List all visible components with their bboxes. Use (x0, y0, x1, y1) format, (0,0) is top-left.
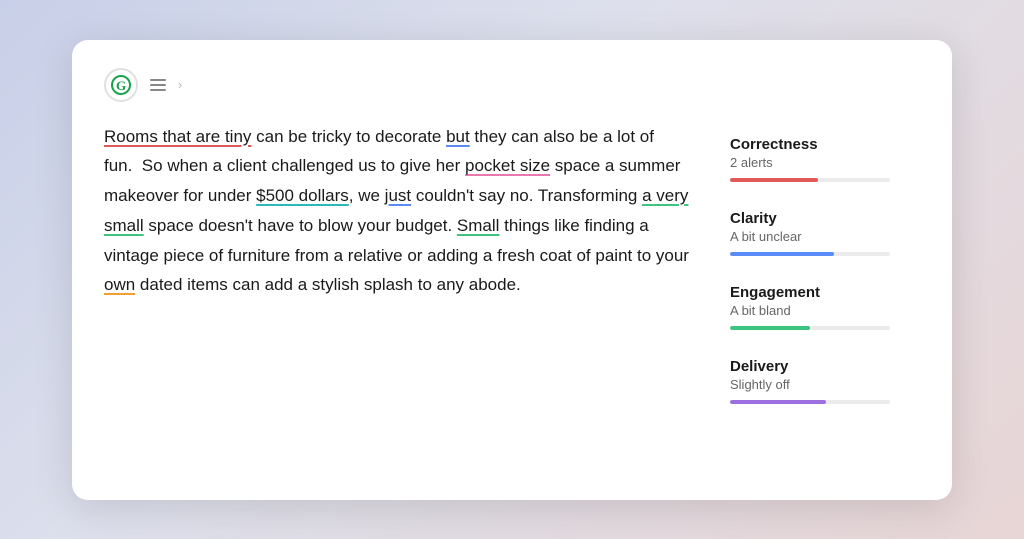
delivery-label: Delivery (730, 358, 920, 375)
grammarly-logo: G (104, 68, 138, 102)
clarity-bar-track (730, 252, 890, 256)
metric-delivery: Delivery Slightly off (730, 344, 920, 418)
engagement-sub: A bit bland (730, 303, 920, 318)
underline-but: but (446, 127, 470, 146)
delivery-bar-track (730, 400, 890, 404)
toolbar: G › (104, 68, 920, 102)
underline-pocket-size: pocket size (465, 156, 550, 175)
clarity-sub: A bit unclear (730, 229, 920, 244)
underline-own: own (104, 275, 135, 294)
clarity-bar-fill (730, 252, 834, 256)
menu-button[interactable] (146, 75, 170, 95)
metrics-sidebar: Correctness 2 alerts Clarity A bit uncle… (730, 122, 920, 468)
underline-just: just (385, 186, 411, 205)
correctness-bar-track (730, 178, 890, 182)
metric-clarity: Clarity A bit unclear (730, 196, 920, 270)
correctness-bar-fill (730, 178, 818, 182)
correctness-sub: 2 alerts (730, 155, 920, 170)
underline-500-dollars: $500 dollars (256, 186, 349, 205)
main-content: Rooms that are tiny can be tricky to dec… (104, 122, 920, 468)
chevron-right-icon: › (178, 77, 182, 92)
clarity-label: Clarity (730, 210, 920, 227)
document-text[interactable]: Rooms that are tiny can be tricky to dec… (104, 122, 690, 468)
main-card: G › Rooms that are tiny can be tricky to… (72, 40, 952, 500)
delivery-bar-fill (730, 400, 826, 404)
engagement-bar-track (730, 326, 890, 330)
correctness-label: Correctness (730, 136, 920, 153)
engagement-bar-fill (730, 326, 810, 330)
underline-small: Small (457, 216, 500, 235)
engagement-label: Engagement (730, 284, 920, 301)
underline-rooms-that-are-tiny: Rooms that are tiny (104, 127, 251, 146)
metric-correctness: Correctness 2 alerts (730, 122, 920, 196)
delivery-sub: Slightly off (730, 377, 920, 392)
metric-engagement: Engagement A bit bland (730, 270, 920, 344)
svg-text:G: G (116, 78, 126, 93)
